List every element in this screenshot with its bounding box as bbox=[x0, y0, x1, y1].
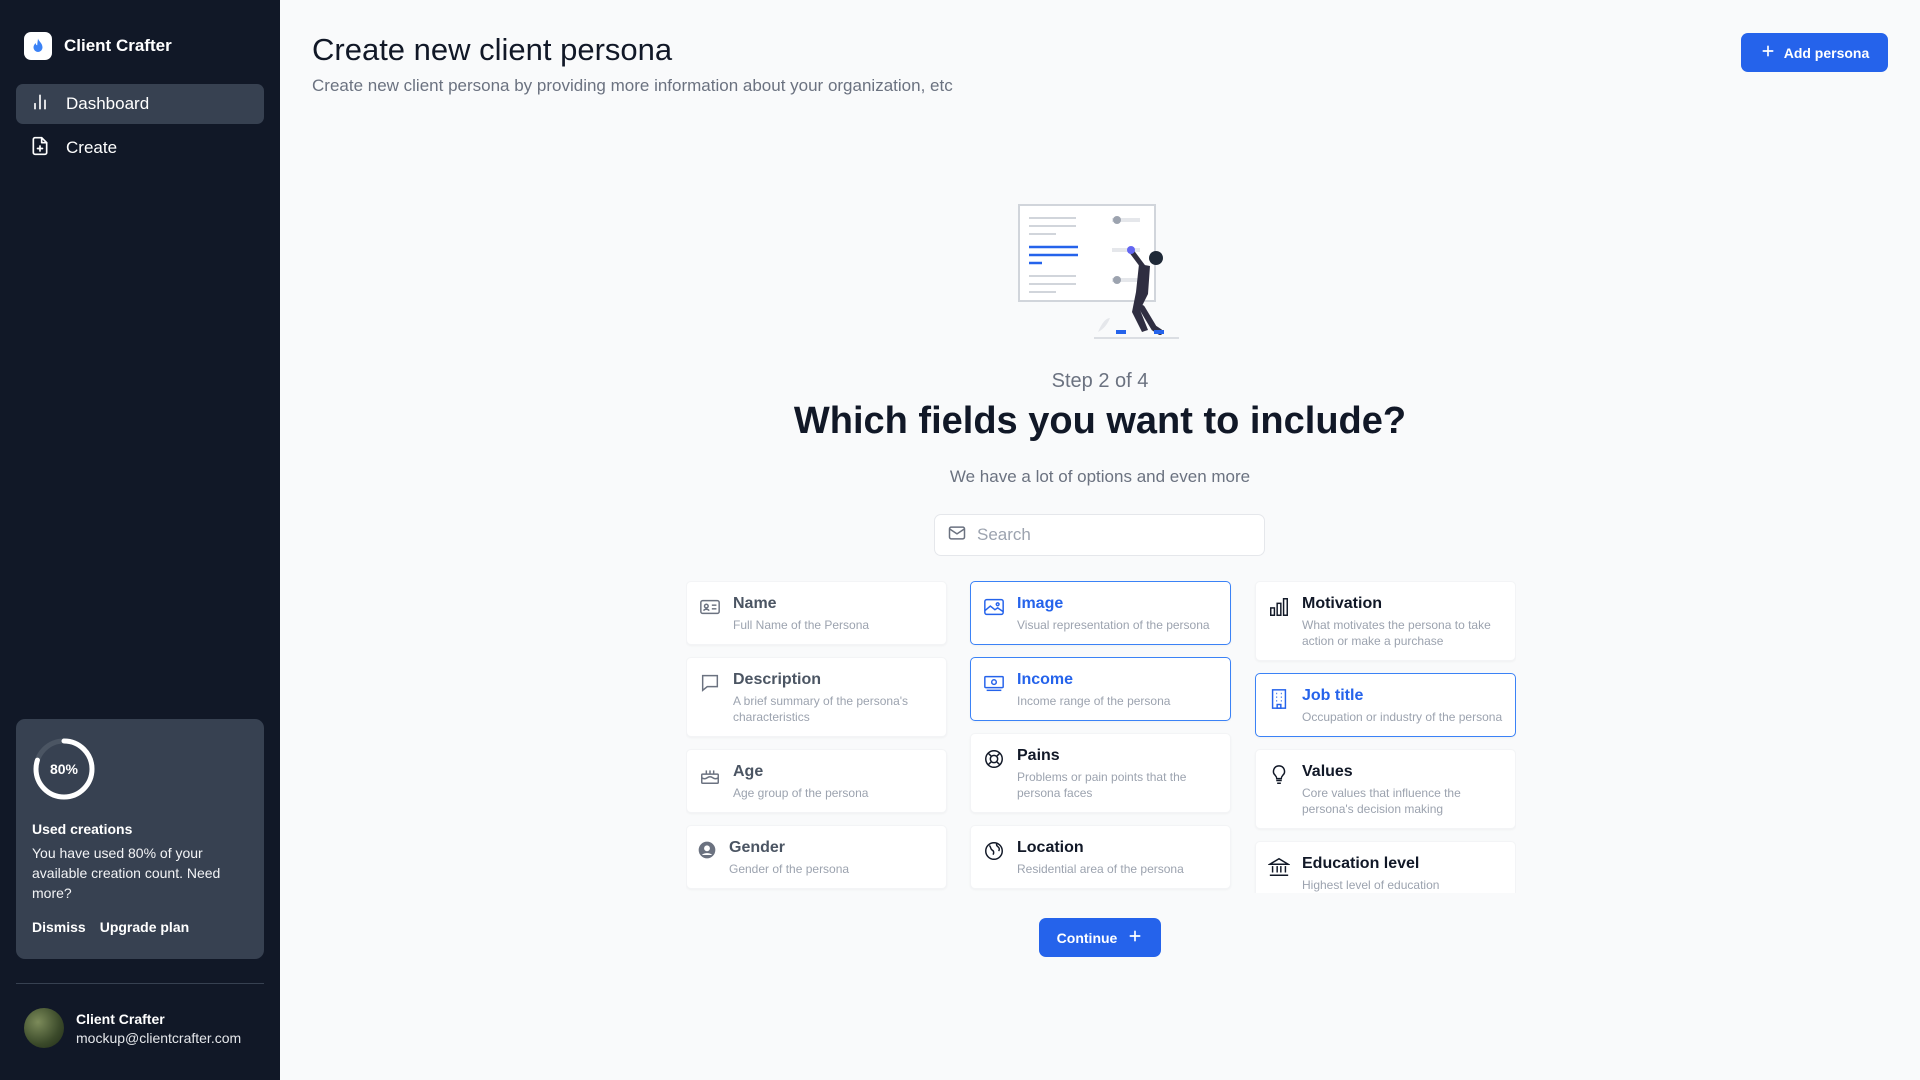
nav-label: Create bbox=[66, 138, 118, 157]
field-description: What motivates the persona to take actio… bbox=[1302, 618, 1491, 648]
usage-progress-ring: 80% bbox=[32, 737, 96, 801]
mail-icon bbox=[947, 523, 967, 548]
field-column-3: Motivation What motivates the persona to… bbox=[1255, 581, 1516, 893]
banknote-icon bbox=[983, 672, 1005, 694]
user-circle-icon bbox=[697, 840, 719, 862]
field-card-image[interactable]: Image Visual representation of the perso… bbox=[970, 581, 1231, 645]
bar-chart-icon bbox=[1268, 596, 1290, 618]
field-card-income[interactable]: Income Income range of the persona bbox=[970, 657, 1231, 721]
usage-card: 80% Used creations You have used 80% of … bbox=[16, 719, 264, 959]
form-illustration bbox=[1014, 200, 1184, 350]
wizard-question: Which fields you want to include? bbox=[793, 400, 1407, 442]
page-subtitle: Create new client persona by providing m… bbox=[312, 76, 953, 95]
field-card-pains[interactable]: Pains Problems or pain points that the p… bbox=[970, 733, 1231, 813]
field-title: Description bbox=[733, 671, 822, 688]
field-card-description[interactable]: Description A brief summary of the perso… bbox=[686, 657, 947, 737]
user-email: mockup@clientcrafter.com bbox=[76, 1029, 242, 1046]
field-title: Gender bbox=[729, 839, 786, 856]
bar-chart-icon bbox=[30, 92, 50, 117]
field-description: Visual representation of the persona bbox=[1017, 618, 1210, 632]
nav-label: Dashboard bbox=[66, 94, 150, 113]
search-placeholder: Search bbox=[977, 525, 1031, 544]
wizard-hint: We have a lot of options and even more bbox=[949, 467, 1251, 486]
field-card-values[interactable]: Values Core values that influence the pe… bbox=[1255, 749, 1516, 829]
plus-icon bbox=[1760, 43, 1776, 62]
field-options: Name Full Name of the Persona Descriptio… bbox=[686, 581, 1516, 893]
cake-icon bbox=[699, 764, 721, 786]
field-title: Values bbox=[1302, 763, 1353, 780]
field-card-job-title[interactable]: Job title Occupation or industry of the … bbox=[1255, 673, 1516, 737]
upgrade-plan-button[interactable]: Upgrade plan bbox=[100, 919, 189, 935]
nav-item-dashboard[interactable]: Dashboard bbox=[16, 84, 264, 124]
field-title: Income bbox=[1017, 671, 1074, 688]
user-name: Client Crafter bbox=[76, 1010, 165, 1027]
plus-icon bbox=[1127, 928, 1143, 947]
field-description: Residential area of the persona bbox=[1017, 862, 1184, 876]
field-description: Highest level of education bbox=[1302, 878, 1440, 892]
field-description: Full Name of the Persona bbox=[733, 618, 870, 632]
field-title: Age bbox=[733, 763, 764, 780]
usage-percent: 80% bbox=[49, 761, 79, 777]
continue-label: Continue bbox=[1056, 929, 1118, 946]
field-title: Location bbox=[1017, 839, 1084, 856]
bank-icon bbox=[1267, 856, 1291, 878]
step-indicator: Step 2 of 4 bbox=[1051, 370, 1149, 392]
avatar bbox=[24, 1008, 64, 1048]
field-card-gender[interactable]: Gender Gender of the persona bbox=[686, 825, 947, 889]
field-column-2: Image Visual representation of the perso… bbox=[970, 581, 1231, 893]
continue-button[interactable]: Continue bbox=[1039, 918, 1161, 957]
field-description: Core values that influence the persona's… bbox=[1302, 786, 1461, 816]
field-card-motivation[interactable]: Motivation What motivates the persona to… bbox=[1255, 581, 1516, 661]
field-card-age[interactable]: Age Age group of the persona bbox=[686, 749, 947, 813]
brand[interactable]: Client Crafter bbox=[24, 32, 172, 60]
nav-item-create[interactable]: Create bbox=[16, 128, 264, 168]
file-plus-icon bbox=[30, 136, 50, 161]
building-icon bbox=[1268, 688, 1290, 710]
usage-title: Used creations bbox=[32, 821, 133, 837]
search-input[interactable]: Search bbox=[934, 514, 1265, 556]
user-profile[interactable]: Client Crafter mockup@clientcrafter.com bbox=[24, 1008, 241, 1048]
usage-description: You have used 80% of your available crea… bbox=[32, 845, 221, 901]
field-description: Age group of the persona bbox=[733, 786, 869, 800]
field-description: Income range of the persona bbox=[1017, 694, 1171, 708]
chat-bubble-icon bbox=[699, 672, 721, 694]
page-title: Create new client persona bbox=[312, 32, 673, 67]
field-title: Name bbox=[733, 595, 777, 612]
lightbulb-icon bbox=[1268, 764, 1290, 786]
field-title: Motivation bbox=[1302, 595, 1382, 612]
lifebuoy-icon bbox=[983, 748, 1005, 770]
field-description: A brief summary of the persona's charact… bbox=[733, 694, 909, 724]
field-column-1: Name Full Name of the Persona Descriptio… bbox=[686, 581, 947, 893]
field-title: Image bbox=[1017, 595, 1064, 612]
field-card-location[interactable]: Location Residential area of the persona bbox=[970, 825, 1231, 889]
id-card-icon bbox=[699, 596, 721, 618]
field-card-name[interactable]: Name Full Name of the Persona bbox=[686, 581, 947, 645]
field-card-education-level[interactable]: Education level Highest level of educati… bbox=[1255, 841, 1516, 893]
add-persona-button[interactable]: Add persona bbox=[1741, 33, 1888, 72]
sidebar: Client Crafter Dashboard Create 80% Used… bbox=[0, 0, 280, 1080]
globe-icon bbox=[983, 840, 1005, 862]
field-title: Pains bbox=[1017, 747, 1060, 764]
add-persona-label: Add persona bbox=[1783, 44, 1870, 61]
sidebar-divider bbox=[16, 983, 264, 984]
flame-logo-icon bbox=[24, 32, 52, 60]
field-description: Occupation or industry of the persona bbox=[1302, 710, 1503, 724]
field-description: Problems or pain points that the persona… bbox=[1017, 770, 1187, 800]
image-icon bbox=[983, 596, 1005, 618]
brand-name: Client Crafter bbox=[64, 36, 172, 55]
field-description: Gender of the persona bbox=[729, 862, 850, 876]
field-title: Job title bbox=[1302, 687, 1364, 704]
dismiss-button[interactable]: Dismiss bbox=[32, 919, 86, 935]
field-title: Education level bbox=[1302, 855, 1420, 872]
sidebar-nav: Dashboard Create bbox=[16, 84, 264, 172]
